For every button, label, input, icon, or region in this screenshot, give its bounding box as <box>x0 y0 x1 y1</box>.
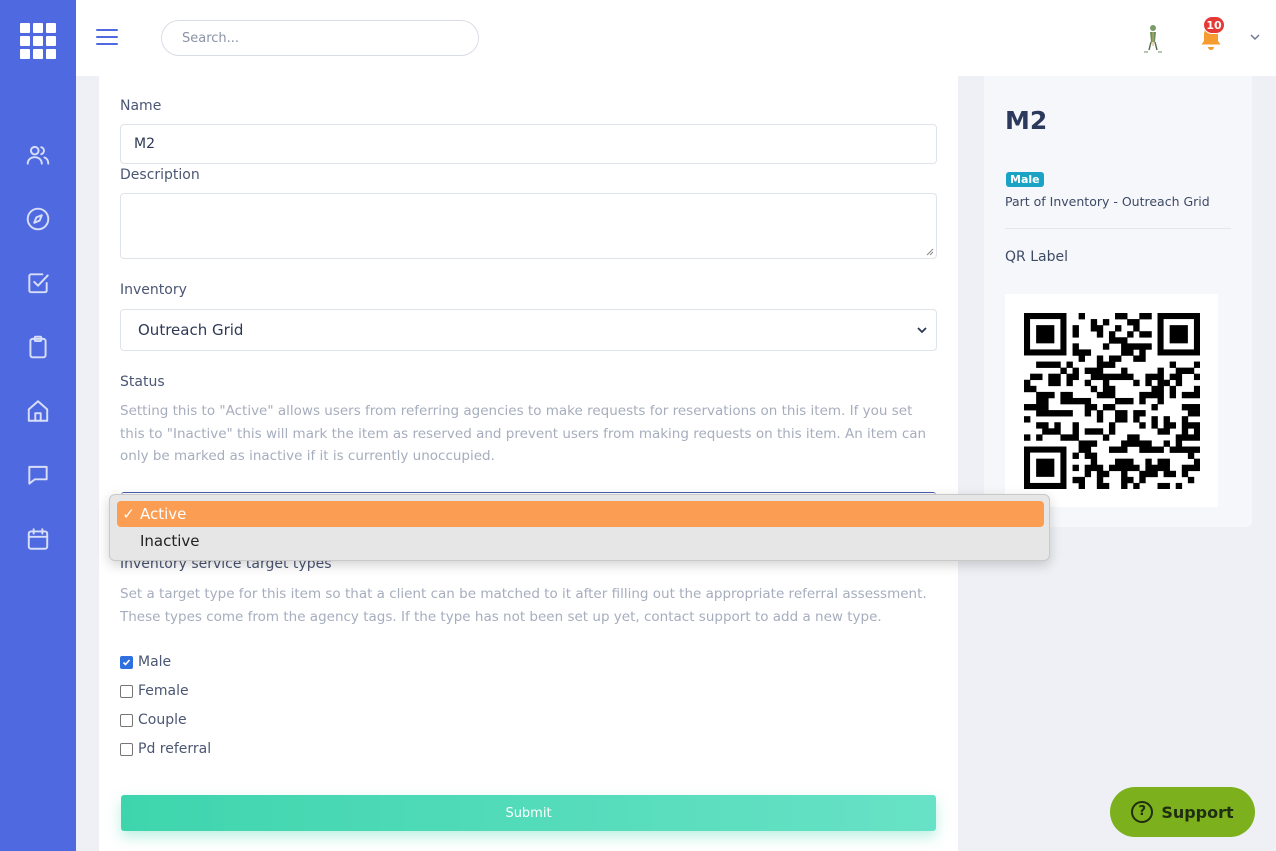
inventory-membership: Part of Inventory - Outreach Grid <box>1005 194 1210 209</box>
clipboard-icon[interactable] <box>24 333 52 361</box>
menu-icon[interactable] <box>96 29 118 47</box>
target-type-male[interactable]: Male <box>120 654 171 670</box>
chevron-down-icon <box>917 327 927 334</box>
item-form: Name M2 Description Inventory Outreach G… <box>99 76 958 851</box>
home-icon[interactable] <box>24 397 52 425</box>
target-type-female[interactable]: Female <box>120 683 189 699</box>
help-icon: ? <box>1131 801 1154 823</box>
support-label: Support <box>1161 802 1234 822</box>
target-type-label: Pd referral <box>138 741 212 757</box>
qr-label-heading: QR Label <box>1005 249 1068 265</box>
target-type-label: Couple <box>138 712 187 728</box>
status-help: Setting this to "Active" allows users fr… <box>120 403 927 464</box>
compass-icon[interactable] <box>24 205 52 233</box>
check-icon <box>122 658 131 666</box>
option-label: Active <box>140 505 187 523</box>
status-option-inactive[interactable]: Inactive <box>117 528 1044 554</box>
target-types-help: Set a target type for this item so that … <box>120 586 927 625</box>
notification-badge: 10 <box>1203 16 1225 34</box>
checkbox-checked[interactable] <box>120 655 133 669</box>
name-label: Name <box>120 98 162 114</box>
inventory-label: Inventory <box>120 282 187 298</box>
description-field[interactable] <box>120 193 937 259</box>
calendar-icon[interactable] <box>24 525 52 553</box>
search-input[interactable] <box>161 20 479 56</box>
inventory-select[interactable]: Outreach Grid <box>120 309 937 351</box>
name-field[interactable]: M2 <box>120 124 937 164</box>
checkbox-icon[interactable] <box>24 269 52 297</box>
item-title: M2 <box>1005 106 1048 135</box>
resize-handle-icon[interactable] <box>925 247 934 256</box>
qr-code <box>1005 294 1218 507</box>
target-type-couple[interactable]: Couple <box>120 712 187 728</box>
users-icon[interactable] <box>24 141 52 169</box>
option-label: Inactive <box>140 532 200 550</box>
name-value: M2 <box>134 136 155 152</box>
target-type-pd-referral[interactable]: Pd referral <box>120 741 211 757</box>
submit-button[interactable]: Submit <box>121 795 936 831</box>
target-type-label: Male <box>138 654 172 670</box>
sidebar <box>0 0 76 851</box>
chat-icon[interactable] <box>24 461 52 489</box>
checkbox[interactable] <box>120 684 133 698</box>
checkbox[interactable] <box>120 713 133 727</box>
qr-code-image <box>1023 312 1200 489</box>
avatar[interactable] <box>1138 22 1168 56</box>
description-label: Description <box>120 167 200 183</box>
status-label: Status <box>120 374 165 390</box>
target-type-label: Female <box>138 683 189 699</box>
support-button[interactable]: ? Support <box>1110 787 1255 837</box>
status-option-active[interactable]: ✓ Active <box>117 501 1044 527</box>
app-grid-icon[interactable] <box>20 23 58 59</box>
item-summary-card: M2 Male Part of Inventory - Outreach Gri… <box>984 76 1252 527</box>
status-dropdown-menu: ✓ Active Inactive <box>109 494 1050 561</box>
target-type-badge: Male <box>1006 172 1044 187</box>
chevron-down-icon[interactable] <box>1249 32 1261 42</box>
topbar: 10 <box>76 0 1276 76</box>
inventory-value: Outreach Grid <box>138 321 244 339</box>
checkmark-icon: ✓ <box>122 505 135 523</box>
checkbox[interactable] <box>120 742 133 756</box>
divider <box>1005 228 1231 229</box>
